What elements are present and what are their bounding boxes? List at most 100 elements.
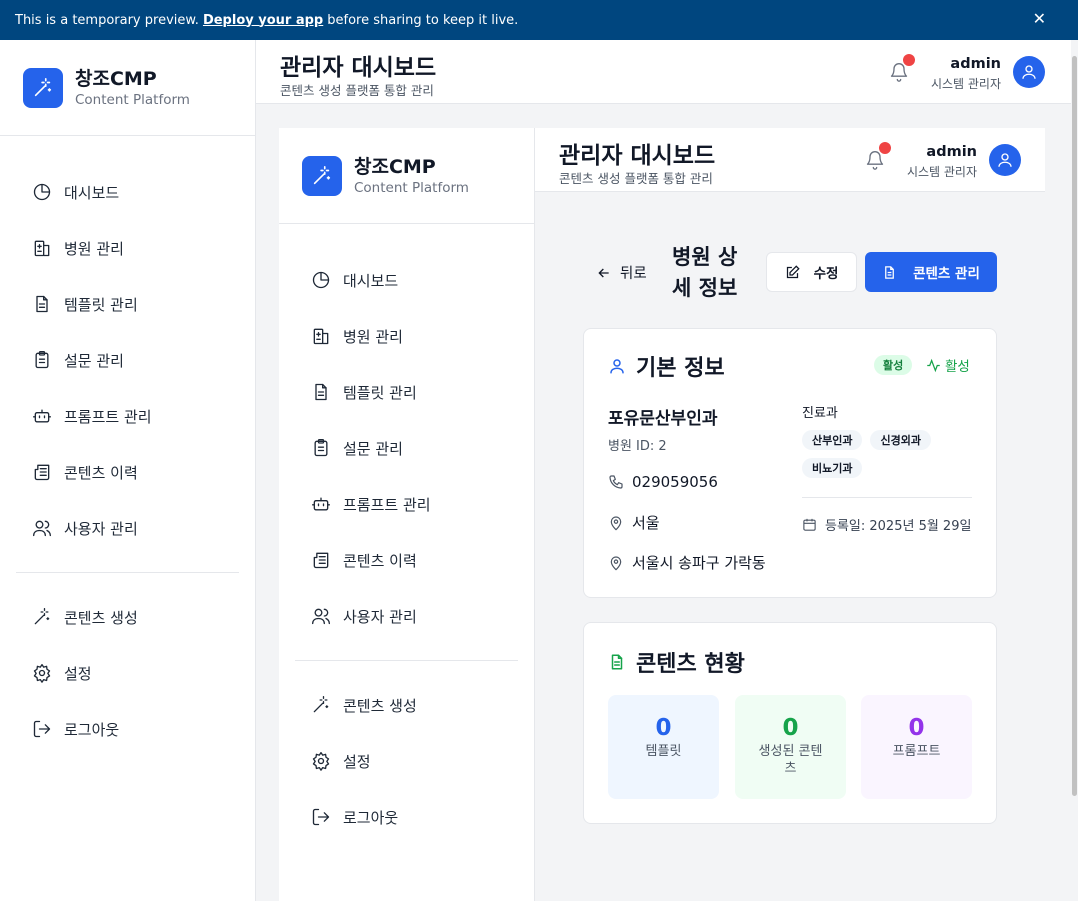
- sidebar-item-label: 로그아웃: [64, 720, 120, 739]
- brand-subtitle: Content Platform: [354, 179, 469, 196]
- stat-label: 프롬프트: [892, 744, 941, 759]
- nav-divider: [295, 660, 518, 661]
- gear-icon: [33, 664, 51, 683]
- clipboard-icon: [314, 439, 328, 457]
- pie-chart-icon: [312, 271, 330, 289]
- stat-label: 생성된 콘텐츠: [758, 744, 823, 776]
- logout-icon: [33, 720, 51, 738]
- page-subtitle: 콘텐츠 생성 플랫폼 통합 관리: [559, 171, 713, 186]
- sidebar-item-label: 콘텐츠 생성: [343, 696, 417, 715]
- sidebar-item-settings[interactable]: 설정: [0, 645, 255, 701]
- hospital-id: 병원 ID: 2: [608, 439, 667, 454]
- sidebar-item-templates[interactable]: 템플릿 관리: [0, 276, 255, 332]
- region: 서울: [632, 514, 660, 532]
- sidebar-item-label: 설문 관리: [343, 439, 403, 458]
- sidebar-item-users[interactable]: 사용자 관리: [279, 588, 534, 644]
- content-status-title: 콘텐츠 현황: [608, 646, 745, 678]
- magic-wand-icon: [34, 608, 50, 625]
- content-manage-button[interactable]: 콘텐츠 관리: [865, 252, 997, 292]
- page-title: 관리자 대시보드: [559, 143, 716, 169]
- sidebar-item-surveys[interactable]: 설문 관리: [0, 332, 255, 388]
- sidebar-item-logout[interactable]: 로그아웃: [0, 701, 255, 757]
- sidebar-item-content-create[interactable]: 콘텐츠 생성: [279, 677, 534, 733]
- user-role: 시스템 관리자: [930, 77, 1001, 91]
- sidebar-item-users[interactable]: 사용자 관리: [0, 500, 255, 556]
- hospital-icon: [34, 240, 50, 257]
- sidebar-item-prompts[interactable]: 프롬프트 관리: [279, 476, 534, 532]
- close-icon[interactable]: ✕: [1033, 9, 1046, 28]
- sidebar-item-surveys[interactable]: 설문 관리: [279, 420, 534, 476]
- status-indicator: 활성: [926, 355, 970, 375]
- phone-icon: [609, 475, 623, 489]
- stat-value: 0: [655, 715, 672, 741]
- sidebar-item-settings[interactable]: 설정: [279, 733, 534, 789]
- region-row: 서울: [608, 512, 660, 533]
- registered-date: 등록일: 2025년 5월 29일: [802, 515, 971, 534]
- scrollbar-thumb[interactable]: [1072, 56, 1077, 796]
- arrow-left-icon: [598, 268, 609, 277]
- nav-divider: [16, 572, 239, 573]
- bot-icon: [33, 409, 51, 423]
- sidebar-item-hospitals[interactable]: 병원 관리: [0, 220, 255, 276]
- department-tags: 산부인과 신경외과 비뇨기과: [802, 430, 977, 478]
- basic-info-title: 기본 정보: [608, 350, 725, 382]
- user-icon: [998, 153, 1012, 167]
- sidebar-item-label: 콘텐츠 이력: [343, 551, 417, 570]
- notification-dot: [879, 142, 891, 154]
- back-label: 뒤로: [620, 266, 647, 282]
- pie-chart-icon: [33, 183, 51, 201]
- scrollbar[interactable]: [1071, 40, 1078, 901]
- sidebar-item-label: 사용자 관리: [343, 607, 417, 626]
- sidebar-item-dashboard[interactable]: 대시보드: [0, 164, 255, 220]
- address: 서울시 송파구 가락동: [632, 554, 766, 572]
- detail-title: 병원 상세 정보: [672, 245, 738, 300]
- notification-dot: [903, 54, 915, 66]
- sidebar-item-content-history[interactable]: 콘텐츠 이력: [0, 444, 255, 500]
- sidebar-item-hospitals[interactable]: 병원 관리: [279, 308, 534, 364]
- sidebar-item-label: 대시보드: [343, 271, 399, 290]
- back-button[interactable]: 뒤로: [596, 262, 647, 283]
- hospital-name: 포유문산부인과: [608, 409, 718, 429]
- sidebar-item-label: 프롬프트 관리: [343, 495, 431, 514]
- sidebar-item-label: 설문 관리: [64, 351, 124, 370]
- sidebar-item-dashboard[interactable]: 대시보드: [279, 252, 534, 308]
- sidebar-item-content-create[interactable]: 콘텐츠 생성: [0, 589, 255, 645]
- sidebar-item-label: 로그아웃: [343, 808, 399, 827]
- sidebar-item-prompts[interactable]: 프롬프트 관리: [0, 388, 255, 444]
- page-title: 관리자 대시보드: [280, 55, 437, 81]
- basic-info-title-text: 기본 정보: [636, 356, 725, 381]
- deploy-app-link[interactable]: Deploy your app: [203, 13, 323, 28]
- sidebar-item-content-history[interactable]: 콘텐츠 이력: [279, 532, 534, 588]
- sidebar-item-templates[interactable]: 템플릿 관리: [279, 364, 534, 420]
- gear-icon: [312, 752, 330, 771]
- notification-button[interactable]: [889, 54, 915, 82]
- brand[interactable]: 창조CMP Content Platform: [0, 40, 255, 136]
- phone-number: 029059056: [632, 473, 718, 491]
- department-tag: 신경외과: [870, 430, 931, 450]
- stat-label: 템플릿: [645, 744, 682, 759]
- magic-wand-icon: [313, 696, 329, 713]
- stat-templates: 0 템플릿: [608, 695, 719, 799]
- edit-label: 수정: [813, 266, 839, 282]
- magic-wand-icon: [23, 67, 63, 108]
- logout-icon: [312, 808, 330, 826]
- departments-label: 진료과: [802, 406, 838, 421]
- stat-value: 0: [782, 715, 799, 741]
- user-icon: [610, 359, 624, 374]
- file-text-icon: [885, 265, 894, 279]
- divider: [802, 497, 972, 498]
- users-icon: [33, 520, 51, 537]
- edit-button[interactable]: 수정: [766, 252, 857, 292]
- stat-prompts: 0 프롬프트: [861, 695, 972, 799]
- nested-brand[interactable]: 창조CMP Content Platform: [279, 128, 534, 224]
- nested-sidebar: 창조CMP Content Platform 대시보드 병원 관리 템플릿 관리…: [279, 128, 535, 901]
- user-icon: [1022, 65, 1036, 79]
- notification-button[interactable]: [865, 142, 891, 170]
- sidebar-item-logout[interactable]: 로그아웃: [279, 789, 534, 845]
- sidebar-item-label: 설정: [64, 664, 92, 683]
- user-role: 시스템 관리자: [906, 165, 977, 179]
- phone-row: 029059056: [608, 473, 718, 491]
- status-text: 활성: [945, 359, 970, 375]
- avatar[interactable]: [989, 144, 1021, 176]
- avatar[interactable]: [1013, 56, 1045, 88]
